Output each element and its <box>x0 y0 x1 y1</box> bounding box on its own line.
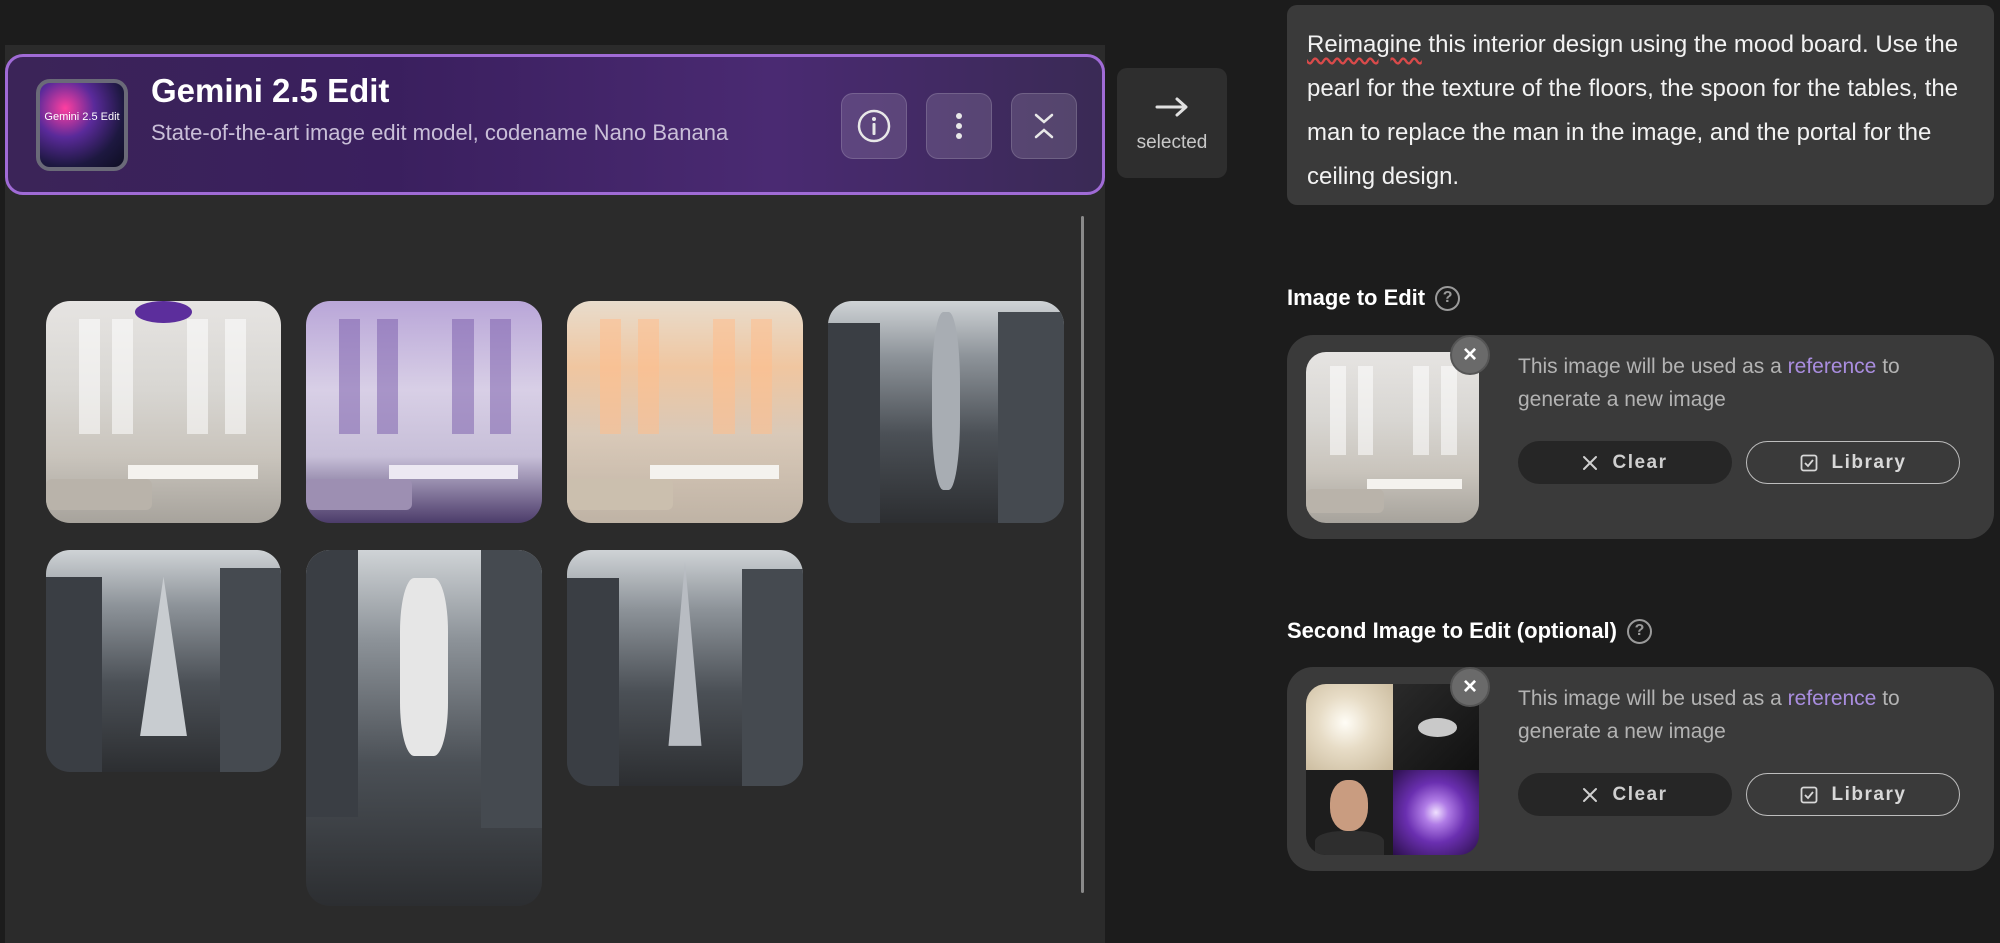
checkbox-icon <box>1800 454 1817 471</box>
reference-text: This image will be used as a reference t… <box>1518 350 1978 416</box>
selected-label: selected <box>1136 132 1208 153</box>
info-button[interactable] <box>841 93 907 159</box>
image-to-edit-card: × This image will be used as a reference… <box>1287 335 1994 539</box>
remove-second-image-button[interactable]: × <box>1450 667 1490 707</box>
help-icon[interactable]: ? <box>1435 285 1461 311</box>
library-label: Library <box>1831 451 1907 473</box>
more-vertical-icon <box>956 113 962 139</box>
scrollbar[interactable] <box>1081 216 1084 893</box>
model-description: State-of-the-art image edit model, coden… <box>151 120 729 145</box>
prompt-textarea[interactable]: Reimagine this interior design using the… <box>1287 5 1994 205</box>
arrow-right-icon <box>1155 97 1188 117</box>
model-title: Gemini 2.5 Edit <box>151 72 390 109</box>
man-image <box>1306 769 1393 855</box>
library-button[interactable]: Library <box>1746 773 1960 816</box>
reference-link[interactable]: reference <box>1788 355 1877 378</box>
reference-link[interactable]: reference <box>1788 687 1877 710</box>
generated-image-2[interactable] <box>306 301 542 523</box>
generated-image-5[interactable] <box>46 550 281 772</box>
image-to-edit-title: Image to Edit <box>1287 285 1426 310</box>
reference-prefix: This image will be used as a <box>1518 355 1788 378</box>
clear-label: Clear <box>1612 451 1668 473</box>
model-thumbnail: Gemini 2.5 Edit <box>36 79 128 171</box>
generated-image-4[interactable] <box>828 301 1064 523</box>
collapse-button[interactable] <box>1011 93 1077 159</box>
clear-button[interactable]: Clear <box>1518 441 1732 484</box>
info-icon <box>857 109 891 143</box>
more-options-button[interactable] <box>926 93 992 159</box>
close-icon: × <box>1462 341 1477 368</box>
generated-image-1[interactable] <box>46 301 281 523</box>
image-to-edit-thumbnail[interactable] <box>1306 352 1479 523</box>
prompt-first-word: Reimagine <box>1307 31 1422 58</box>
image-to-edit-label: Image to Edit ? <box>1287 285 1461 311</box>
close-icon: × <box>1462 673 1477 700</box>
app-root: Gemini 2.5 Edit Gemini 2.5 Edit State-of… <box>0 0 2000 943</box>
second-image-label: Second Image to Edit (optional) ? <box>1287 618 1652 644</box>
remove-image-button[interactable]: × <box>1450 335 1490 375</box>
model-card[interactable]: Gemini 2.5 Edit Gemini 2.5 Edit State-of… <box>5 54 1105 195</box>
clear-label: Clear <box>1612 783 1668 805</box>
generated-image-6[interactable] <box>306 550 542 906</box>
collapse-icon <box>1034 113 1054 139</box>
generated-image-3[interactable] <box>567 301 803 523</box>
checkbox-icon <box>1800 786 1817 803</box>
reference-prefix: This image will be used as a <box>1518 687 1788 710</box>
reference-text: This image will be used as a reference t… <box>1518 682 1978 748</box>
generated-image-7[interactable] <box>567 550 803 786</box>
library-button[interactable]: Library <box>1746 441 1960 484</box>
x-icon <box>1583 787 1598 802</box>
portal-image <box>1392 769 1479 855</box>
second-image-card: × This image will be used as a reference… <box>1287 667 1994 871</box>
selected-indicator[interactable]: selected <box>1117 68 1227 178</box>
second-image-title: Second Image to Edit (optional) <box>1287 618 1617 643</box>
model-thumbnail-text: Gemini 2.5 Edit <box>44 111 120 123</box>
mood-board-thumbnail[interactable] <box>1306 684 1479 855</box>
help-icon[interactable]: ? <box>1627 618 1652 644</box>
library-label: Library <box>1831 783 1907 805</box>
pearl-image <box>1306 684 1393 770</box>
clear-button[interactable]: Clear <box>1518 773 1732 816</box>
x-icon <box>1583 455 1598 470</box>
